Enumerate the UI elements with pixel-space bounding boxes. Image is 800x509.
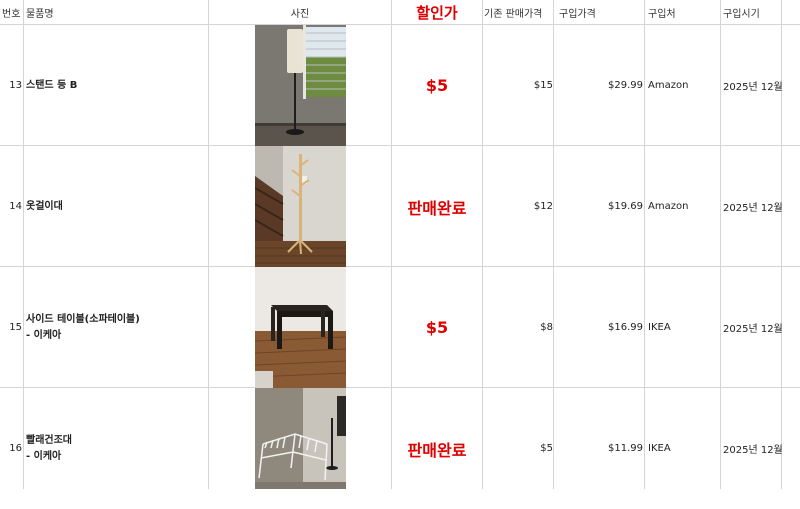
table-row[interactable]: 15 사이드 테이블(소파테이블) - 이케아 $5 $8 $16.99 IKE… [0, 267, 800, 388]
purchase-price[interactable]: $11.99 [554, 388, 643, 509]
table-row[interactable]: 14 옷걸이대 판매완료 $12 $19.69 Amazon 2025년 12월 [0, 146, 800, 267]
purchase-price[interactable]: $16.99 [554, 267, 643, 388]
item-name: 옷걸이대 [26, 200, 63, 212]
row-number[interactable]: 13 [0, 25, 22, 146]
original-price[interactable]: $12 [483, 146, 553, 267]
purchase-date[interactable]: 2025년 12월 [723, 388, 798, 509]
header-purchase-price[interactable]: 구입가격 [559, 0, 596, 25]
side-table-photo[interactable] [255, 267, 346, 388]
purchase-price[interactable]: $29.99 [554, 25, 643, 146]
row-number[interactable]: 16 [0, 388, 22, 509]
table-row[interactable]: 13 스탠드 등 B $5 $15 $29.99 Amazon 2025년 12… [0, 25, 800, 146]
coat-rack-photo[interactable] [255, 146, 346, 267]
sale-price[interactable]: 판매완료 [392, 146, 482, 267]
sale-price[interactable]: 판매완료 [392, 388, 482, 509]
purchase-price[interactable]: $19.69 [554, 146, 643, 267]
table-row[interactable]: 16 빨래건조대 - 이케아 판매완료 $5 $11.99 IKEA 2025년… [0, 388, 800, 489]
item-name: 빨래건조대 [26, 434, 72, 446]
header-original-price[interactable]: 기존 판매가격 [484, 0, 542, 25]
header-no[interactable]: 번호 [2, 0, 20, 25]
item-name: 사이드 테이블(소파테이블) [26, 313, 140, 325]
sale-price[interactable]: $5 [392, 25, 482, 146]
row-number[interactable]: 15 [0, 267, 22, 388]
store[interactable]: Amazon [648, 146, 718, 267]
item-name-note: - 이케아 [26, 450, 62, 462]
sale-price[interactable]: $5 [392, 267, 482, 388]
purchase-date[interactable]: 2025년 12월 [723, 25, 798, 146]
original-price[interactable]: $5 [483, 388, 553, 509]
header-sale-price[interactable]: 할인가 [392, 0, 482, 25]
purchase-date[interactable]: 2025년 12월 [723, 267, 798, 388]
row-number[interactable]: 14 [0, 146, 22, 267]
header-photo[interactable]: 사진 [209, 0, 391, 25]
item-name-cell[interactable]: 스탠드 등 B [26, 25, 206, 146]
floor-lamp-photo[interactable] [255, 25, 346, 146]
item-name-cell[interactable]: 빨래건조대 - 이케아 [26, 388, 206, 509]
item-name-cell[interactable]: 사이드 테이블(소파테이블) - 이케아 [26, 267, 206, 388]
item-name-note: - 이케아 [26, 329, 62, 341]
header-item[interactable]: 물품명 [26, 0, 54, 25]
drying-rack-photo[interactable] [255, 388, 346, 489]
item-name-cell[interactable]: 옷걸이대 [26, 146, 206, 267]
item-name: 스탠드 등 B [26, 79, 78, 91]
store[interactable]: IKEA [648, 267, 718, 388]
original-price[interactable]: $15 [483, 25, 553, 146]
store[interactable]: Amazon [648, 25, 718, 146]
header-purchase-date[interactable]: 구입시기 [723, 0, 760, 25]
header-store[interactable]: 구입처 [648, 0, 676, 25]
store[interactable]: IKEA [648, 388, 718, 509]
original-price[interactable]: $8 [483, 267, 553, 388]
purchase-date[interactable]: 2025년 12월 [723, 146, 798, 267]
spreadsheet: 번호 물품명 사진 할인가 기존 판매가격 구입가격 구입처 구입시기 13 스… [0, 0, 800, 489]
